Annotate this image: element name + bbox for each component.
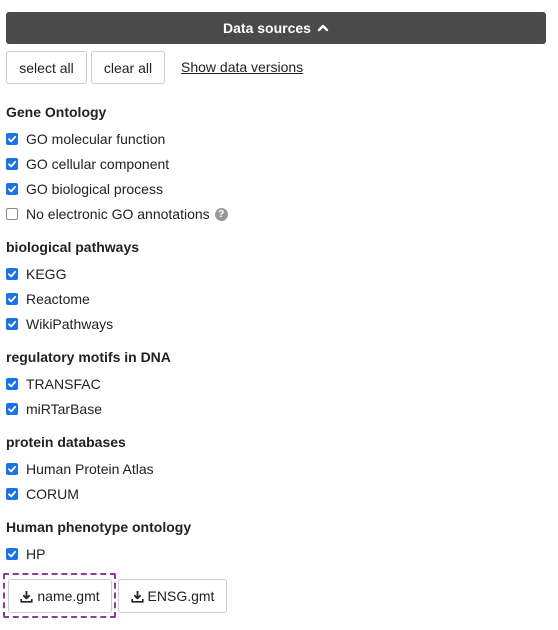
download-name-gmt-button[interactable]: name.gmt bbox=[8, 579, 112, 613]
clear-all-button[interactable]: clear all bbox=[91, 51, 165, 84]
checkbox-label: TRANSFAC bbox=[26, 376, 101, 392]
section-title-regulatory-motifs: regulatory motifs in DNA bbox=[6, 349, 171, 365]
checkmark-icon bbox=[8, 185, 17, 193]
checkbox-label: GO biological process bbox=[26, 181, 163, 197]
checkbox-row-go-cc[interactable]: GO cellular component bbox=[6, 155, 169, 173]
section-title-gene-ontology: Gene Ontology bbox=[6, 104, 107, 120]
checkbox-row-human-protein-atlas[interactable]: Human Protein Atlas bbox=[6, 460, 154, 478]
checkbox[interactable] bbox=[6, 293, 18, 305]
checkmark-icon bbox=[8, 320, 17, 328]
help-icon[interactable]: ? bbox=[214, 207, 228, 221]
checkbox-row-wikipathways[interactable]: WikiPathways bbox=[6, 315, 113, 333]
checkbox-label: HP bbox=[26, 546, 46, 562]
checkbox-row-go-mf[interactable]: GO molecular function bbox=[6, 130, 165, 148]
checkbox-label: No electronic GO annotations bbox=[26, 206, 210, 222]
checkmark-icon bbox=[8, 295, 17, 303]
checkmark-icon bbox=[8, 270, 17, 278]
checkbox-label: CORUM bbox=[26, 486, 79, 502]
checkbox-label: GO molecular function bbox=[26, 131, 166, 147]
checkmark-icon bbox=[8, 490, 17, 498]
data-sources-title: Data sources bbox=[223, 20, 311, 36]
checkmark-icon bbox=[8, 550, 17, 558]
checkmark-icon bbox=[8, 380, 17, 388]
checkbox[interactable] bbox=[6, 133, 18, 145]
checkbox-row-hp[interactable]: HP bbox=[6, 545, 45, 563]
section-title-protein-databases: protein databases bbox=[6, 434, 126, 450]
data-sources-toggle[interactable]: Data sources bbox=[6, 12, 546, 44]
checkbox[interactable] bbox=[6, 158, 18, 170]
download-icon bbox=[130, 590, 144, 603]
download-icon bbox=[20, 590, 33, 603]
checkbox-label: Reactome bbox=[26, 291, 90, 307]
checkbox[interactable] bbox=[6, 488, 18, 500]
checkbox-label: Human Protein Atlas bbox=[26, 461, 154, 477]
checkbox-row-corum[interactable]: CORUM bbox=[6, 485, 79, 503]
checkmark-icon bbox=[8, 405, 17, 413]
checkbox[interactable] bbox=[6, 318, 18, 330]
checkbox-label: WikiPathways bbox=[26, 316, 114, 332]
checkbox-row-no-electronic-go[interactable]: No electronic GO annotations ? bbox=[6, 205, 228, 223]
checkbox[interactable] bbox=[6, 403, 18, 415]
checkmark-icon bbox=[8, 135, 17, 143]
checkbox-label: GO cellular component bbox=[26, 156, 170, 172]
checkbox[interactable] bbox=[6, 268, 18, 280]
section-title-human-phenotype: Human phenotype ontology bbox=[6, 519, 192, 535]
checkbox[interactable] bbox=[6, 183, 18, 195]
checkbox-row-go-bp[interactable]: GO biological process bbox=[6, 180, 163, 198]
checkbox[interactable] bbox=[6, 378, 18, 390]
checkmark-icon bbox=[8, 160, 17, 168]
checkbox-label: miRTarBase bbox=[26, 401, 102, 417]
select-all-button[interactable]: select all bbox=[6, 51, 87, 84]
download-ensg-gmt-button[interactable]: ENSG.gmt bbox=[118, 579, 227, 613]
checkbox-row-kegg[interactable]: KEGG bbox=[6, 265, 66, 283]
checkbox[interactable] bbox=[6, 463, 18, 475]
checkbox-row-reactome[interactable]: Reactome bbox=[6, 290, 90, 308]
show-data-versions-link[interactable]: Show data versions bbox=[181, 59, 303, 75]
checkmark-icon bbox=[8, 465, 17, 473]
checkbox-row-mirtarbase[interactable]: miRTarBase bbox=[6, 400, 102, 418]
download-name-gmt-label: name.gmt bbox=[37, 588, 100, 604]
checkbox[interactable] bbox=[6, 548, 18, 560]
chevron-up-icon bbox=[317, 24, 329, 32]
checkbox-row-transfac[interactable]: TRANSFAC bbox=[6, 375, 101, 393]
checkbox[interactable] bbox=[6, 208, 18, 220]
checkbox-label: KEGG bbox=[26, 266, 67, 282]
section-title-biological-pathways: biological pathways bbox=[6, 239, 140, 255]
download-ensg-gmt-label: ENSG.gmt bbox=[147, 588, 215, 604]
